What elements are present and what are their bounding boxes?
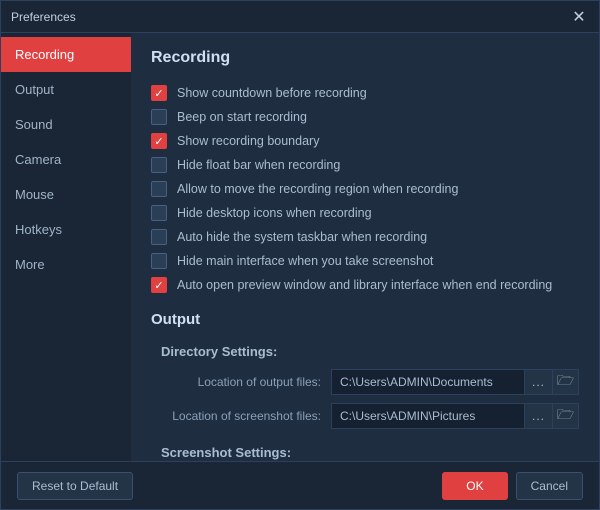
checkbox-beep-label: Beep on start recording bbox=[177, 110, 307, 124]
checkbox-row-countdown: ✓ Show countdown before recording bbox=[151, 85, 579, 101]
preferences-dialog: Preferences ✕ Recording Output Sound Cam… bbox=[0, 0, 600, 510]
checkbox-row-taskbar: Auto hide the system taskbar when record… bbox=[151, 229, 579, 245]
screenshot-files-label: Location of screenshot files: bbox=[161, 409, 331, 423]
screenshot-settings-title: Screenshot Settings: bbox=[161, 445, 579, 460]
sidebar-item-camera[interactable]: Camera bbox=[1, 142, 131, 177]
title-bar: Preferences ✕ bbox=[1, 1, 599, 33]
ok-button[interactable]: OK bbox=[442, 472, 507, 500]
sidebar-item-sound[interactable]: Sound bbox=[1, 107, 131, 142]
checkbox-floatbar-label: Hide float bar when recording bbox=[177, 158, 340, 172]
checkbox-countdown[interactable]: ✓ bbox=[151, 85, 167, 101]
screenshot-settings: Screenshot Settings: Screenshot format: … bbox=[151, 445, 579, 461]
checkbox-row-beep: Beep on start recording bbox=[151, 109, 579, 125]
checkbox-hidemain[interactable] bbox=[151, 253, 167, 269]
reset-button[interactable]: Reset to Default bbox=[17, 472, 133, 500]
screenshot-files-folder-button[interactable]: 🗁 bbox=[553, 403, 579, 429]
checkbox-taskbar-label: Auto hide the system taskbar when record… bbox=[177, 230, 427, 244]
folder-icon: 🗁 bbox=[557, 370, 574, 394]
screenshot-files-dots-button[interactable]: ... bbox=[525, 403, 553, 429]
checkbox-row-boundary: ✓ Show recording boundary bbox=[151, 133, 579, 149]
bottom-bar: Reset to Default OK Cancel bbox=[1, 461, 599, 509]
output-files-input[interactable] bbox=[331, 369, 525, 395]
checkbox-moveregion-label: Allow to move the recording region when … bbox=[177, 182, 458, 196]
content-area: Recording ✓ Show countdown before record… bbox=[131, 33, 599, 461]
checkbox-row-floatbar: Hide float bar when recording bbox=[151, 157, 579, 173]
checkbox-row-moveregion: Allow to move the recording region when … bbox=[151, 181, 579, 197]
output-files-input-group: ... 🗁 bbox=[331, 369, 579, 395]
directory-settings-title: Directory Settings: bbox=[161, 344, 579, 359]
checkbox-row-autoopen: ✓ Auto open preview window and library i… bbox=[151, 277, 579, 293]
checkbox-floatbar[interactable] bbox=[151, 157, 167, 173]
sidebar-item-recording[interactable]: Recording bbox=[1, 37, 131, 72]
sidebar-item-mouse[interactable]: Mouse bbox=[1, 177, 131, 212]
screenshot-files-input-group: ... 🗁 bbox=[331, 403, 579, 429]
output-section-title: Output bbox=[151, 311, 579, 332]
checkbox-taskbar[interactable] bbox=[151, 229, 167, 245]
main-content: Recording Output Sound Camera Mouse Hotk… bbox=[1, 33, 599, 461]
cancel-button[interactable]: Cancel bbox=[516, 472, 583, 500]
sidebar-item-hotkeys[interactable]: Hotkeys bbox=[1, 212, 131, 247]
output-files-row: Location of output files: ... 🗁 bbox=[151, 369, 579, 395]
checkbox-autoopen-label: Auto open preview window and library int… bbox=[177, 278, 552, 292]
output-files-label: Location of output files: bbox=[161, 375, 331, 389]
checkbox-row-hideicons: Hide desktop icons when recording bbox=[151, 205, 579, 221]
checkbox-beep[interactable] bbox=[151, 109, 167, 125]
right-buttons: OK Cancel bbox=[442, 472, 583, 500]
checkbox-hideicons-label: Hide desktop icons when recording bbox=[177, 206, 372, 220]
dialog-title: Preferences bbox=[11, 10, 76, 24]
checkbox-countdown-label: Show countdown before recording bbox=[177, 86, 367, 100]
output-files-dots-button[interactable]: ... bbox=[525, 369, 553, 395]
output-files-folder-button[interactable]: 🗁 bbox=[553, 369, 579, 395]
checkbox-hidemain-label: Hide main interface when you take screen… bbox=[177, 254, 433, 268]
checkbox-autoopen[interactable]: ✓ bbox=[151, 277, 167, 293]
screenshot-files-row: Location of screenshot files: ... 🗁 bbox=[151, 403, 579, 429]
checkbox-boundary-label: Show recording boundary bbox=[177, 134, 319, 148]
checkbox-boundary[interactable]: ✓ bbox=[151, 133, 167, 149]
screenshot-files-input[interactable] bbox=[331, 403, 525, 429]
checkbox-moveregion[interactable] bbox=[151, 181, 167, 197]
sidebar-item-output[interactable]: Output bbox=[1, 72, 131, 107]
output-section: Output Directory Settings: Location of o… bbox=[151, 311, 579, 461]
checkbox-row-hidemain: Hide main interface when you take screen… bbox=[151, 253, 579, 269]
checkbox-hideicons[interactable] bbox=[151, 205, 167, 221]
folder-icon-2: 🗁 bbox=[557, 404, 574, 428]
recording-section-title: Recording bbox=[151, 49, 579, 73]
sidebar-item-more[interactable]: More bbox=[1, 247, 131, 282]
sidebar: Recording Output Sound Camera Mouse Hotk… bbox=[1, 33, 131, 461]
close-button[interactable]: ✕ bbox=[569, 7, 589, 27]
